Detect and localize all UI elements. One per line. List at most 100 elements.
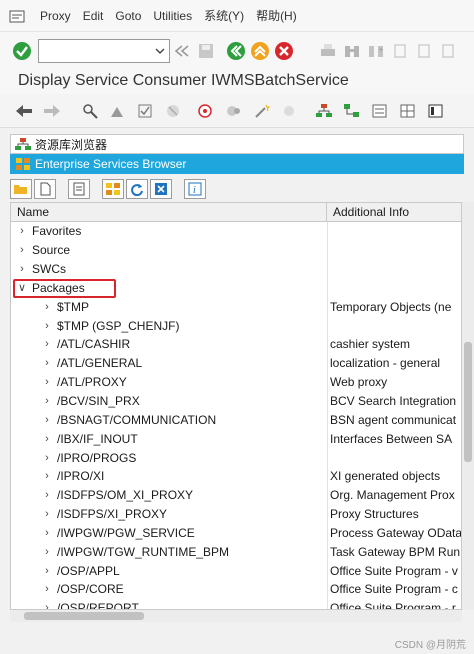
tree-node[interactable]: › $TMP (GSP_CHENJF) <box>11 316 327 335</box>
tree-row[interactable]: › /IWPGW/PGW_SERVICE Process Gateway OData <box>11 523 461 543</box>
tree-node[interactable]: › /IPRO/XI <box>11 467 327 486</box>
arrow-right-icon[interactable] <box>40 99 64 123</box>
grid-icon[interactable] <box>396 99 420 123</box>
first-page-icon[interactable] <box>388 39 412 63</box>
tree-node[interactable]: › /ATL/PROXY <box>11 373 327 392</box>
graphic-icon[interactable] <box>222 99 246 123</box>
tree-node[interactable]: › /IPRO/PROGS <box>11 448 327 467</box>
vertical-scroll-thumb[interactable] <box>464 342 472 462</box>
repository-browser-panel[interactable]: 资源库浏览器 <box>10 134 464 154</box>
menu-proxy[interactable]: Proxy <box>40 9 71 23</box>
print-icon[interactable] <box>316 39 340 63</box>
tree-row[interactable]: › /BCV/SIN_PRX BCV Search Integration <box>11 391 461 411</box>
tree-row[interactable]: › /OSP/APPL Office Suite Program - v <box>11 561 461 581</box>
tree-row[interactable]: › SWCs <box>11 259 461 279</box>
save-icon[interactable] <box>194 39 218 63</box>
chevron-right-icon[interactable]: › <box>41 583 53 595</box>
command-field[interactable] <box>38 39 170 63</box>
tree-node[interactable]: › /OSP/APPL <box>11 561 327 580</box>
vertical-scrollbar[interactable] <box>462 202 474 610</box>
tree-row[interactable]: › /ISDFPS/OM_XI_PROXY Org. Management Prox <box>11 485 461 505</box>
panel-toggle-icon[interactable] <box>424 99 448 123</box>
where-used-icon[interactable] <box>194 99 218 123</box>
chevron-right-icon[interactable]: › <box>16 263 28 275</box>
new-document-icon[interactable] <box>34 179 56 199</box>
chevron-right-icon[interactable]: › <box>41 320 53 332</box>
chevron-right-icon[interactable]: › <box>41 414 53 426</box>
check-syntax-icon[interactable] <box>134 99 158 123</box>
tree-row[interactable]: › Favorites <box>11 222 461 241</box>
other-object-icon[interactable] <box>106 99 130 123</box>
enter-check-icon[interactable] <box>10 39 34 63</box>
tree-row[interactable]: › /IBX/IF_INOUT Interfaces Between SA <box>11 429 461 449</box>
tree-node[interactable]: › /BCV/SIN_PRX <box>11 392 327 411</box>
close-icon[interactable] <box>150 179 172 199</box>
tree-node[interactable]: › /ATL/GENERAL <box>11 354 327 373</box>
wand-icon[interactable] <box>250 99 274 123</box>
tree-row[interactable]: › /IWPGW/TGW_RUNTIME_BPM Task Gateway BPM … <box>11 542 461 562</box>
find-icon[interactable] <box>340 39 364 63</box>
tree-row[interactable]: › /OSP/REPORT Office Suite Program - r <box>11 598 461 609</box>
tree-row[interactable]: › /ISDFPS/XI_PROXY Proxy Structures <box>11 504 461 524</box>
menu-utilities[interactable]: Utilities <box>153 9 192 23</box>
chevron-right-icon[interactable]: › <box>41 602 53 609</box>
chevron-right-icon[interactable]: › <box>41 357 53 369</box>
tree-node[interactable]: › /IWPGW/PGW_SERVICE <box>11 524 327 543</box>
menu-icon[interactable] <box>6 8 28 24</box>
chevron-right-icon[interactable]: › <box>41 489 53 501</box>
chevron-right-icon[interactable]: › <box>16 244 28 256</box>
back-icon[interactable] <box>224 39 248 63</box>
tree-row[interactable]: › /ATL/CASHIR cashier system <box>11 335 461 354</box>
chevron-right-icon[interactable]: › <box>41 395 53 407</box>
chevron-right-icon[interactable]: › <box>41 433 53 445</box>
activate-icon[interactable] <box>162 99 186 123</box>
tree-row[interactable]: › /BSNAGT/COMMUNICATION BSN agent communic… <box>11 410 461 430</box>
arrow-left-icon[interactable] <box>12 99 36 123</box>
exit-icon[interactable] <box>248 39 272 63</box>
list-icon[interactable] <box>368 99 392 123</box>
horizontal-scrollbar[interactable] <box>10 610 462 622</box>
prev-page-icon[interactable] <box>412 39 436 63</box>
chevron-down-icon[interactable] <box>155 47 165 55</box>
menu-help[interactable]: 帮助(H) <box>256 7 297 24</box>
tree-structure-icon[interactable] <box>340 99 364 123</box>
menu-system[interactable]: 系统(Y) <box>204 7 244 24</box>
refresh-icon[interactable] <box>126 179 148 199</box>
menu-edit[interactable]: Edit <box>83 9 104 23</box>
tree-row[interactable]: › /ATL/PROXY Web proxy <box>11 372 461 392</box>
chevron-right-icon[interactable]: › <box>41 338 53 350</box>
open-folder-icon[interactable] <box>10 179 32 199</box>
print-list-icon[interactable] <box>68 179 90 199</box>
horizontal-scroll-thumb[interactable] <box>24 612 144 620</box>
find-next-icon[interactable]: + <box>364 39 388 63</box>
enterprise-services-browser-panel[interactable]: Enterprise Services Browser <box>10 154 464 174</box>
tree-node[interactable]: › /OSP/REPORT <box>11 599 327 609</box>
tree-row[interactable]: › /OSP/CORE Office Suite Program - c <box>11 580 461 599</box>
services-grid-icon[interactable] <box>102 179 124 199</box>
tree-row[interactable]: › $TMP Temporary Objects (ne <box>11 297 461 317</box>
info-icon[interactable]: i <box>184 179 206 199</box>
tree-node[interactable]: › $TMP <box>11 297 327 316</box>
tree-node[interactable]: › /IBX/IF_INOUT <box>11 429 327 448</box>
tree-row[interactable]: › /IPRO/PROGS <box>11 448 461 467</box>
chevron-right-icon[interactable]: › <box>41 508 53 520</box>
chevron-right-icon[interactable]: › <box>41 470 53 482</box>
hierarchy-icon[interactable] <box>312 99 336 123</box>
tree-row[interactable]: › $TMP (GSP_CHENJF) <box>11 316 461 336</box>
tree-node[interactable]: › Source <box>11 241 327 260</box>
tree-node[interactable]: › /OSP/CORE <box>11 580 327 599</box>
tree-node[interactable]: › /BSNAGT/COMMUNICATION <box>11 410 327 429</box>
tree-node[interactable]: › Favorites <box>11 222 327 241</box>
chevron-right-icon[interactable]: › <box>41 452 53 464</box>
tree-node[interactable]: › SWCs <box>11 260 327 279</box>
tree-node[interactable]: › /IWPGW/TGW_RUNTIME_BPM <box>11 542 327 561</box>
next-page-icon[interactable] <box>436 39 460 63</box>
info-icon[interactable] <box>278 99 302 123</box>
tree-node[interactable]: › /ATL/CASHIR <box>11 335 327 354</box>
chevron-right-icon[interactable]: › <box>41 565 53 577</box>
column-header-name[interactable]: Name <box>11 203 327 221</box>
column-header-additional-info[interactable]: Additional Info <box>327 203 461 221</box>
chevron-right-icon[interactable]: › <box>41 527 53 539</box>
chevron-right-icon[interactable]: › <box>41 301 53 313</box>
tree-node[interactable]: › /ISDFPS/XI_PROXY <box>11 505 327 524</box>
